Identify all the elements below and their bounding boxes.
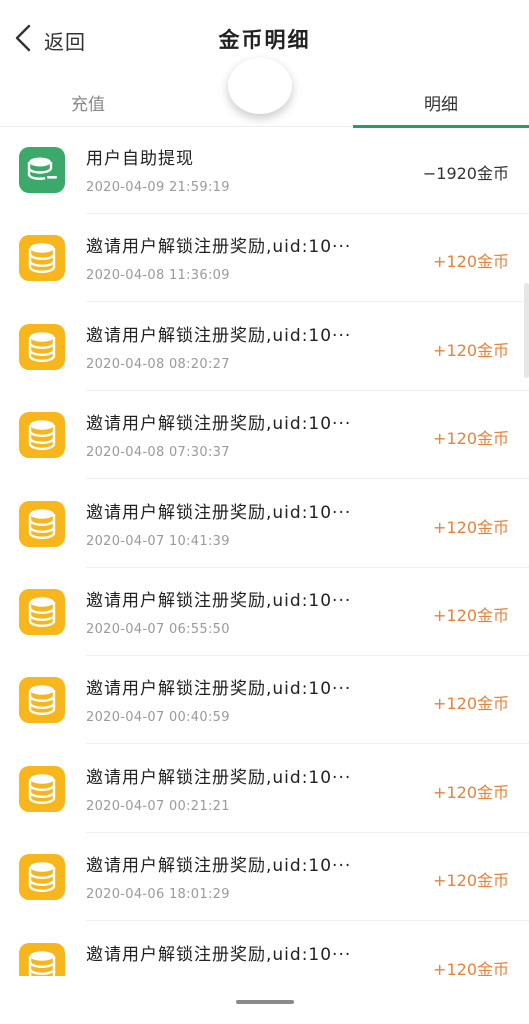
app-screen: 返回 金币明细 充值 明细 用户自助提现 2020-04-09 21:59:19−… xyxy=(0,0,529,1024)
record-time: 2020-04-07 00:21:21 xyxy=(86,798,230,814)
record-description: 邀请用户解锁注册奖励,uid:10··· xyxy=(86,856,352,877)
coin-stack-icon xyxy=(19,854,65,901)
scrollbar[interactable] xyxy=(524,283,529,378)
record-amount: +120金币 xyxy=(433,340,509,360)
record-time: 2020-04-07 10:41:39 xyxy=(86,533,230,549)
record-description: 用户自助提现 xyxy=(86,149,194,169)
record-amount: +120金币 xyxy=(433,694,509,714)
coin-stack-icon xyxy=(19,500,65,547)
record-list[interactable]: 用户自助提现 2020-04-09 21:59:19 −1920金币 邀请用户解锁注… xyxy=(0,126,529,986)
record-description: 邀请用户解锁注册奖励,uid:10··· xyxy=(86,414,352,435)
record-row[interactable]: 用户自助提现 2020-04-09 21:59:19 −1920金币 xyxy=(0,126,529,214)
coin-stack-icon xyxy=(19,323,65,370)
tab-details[interactable]: 明细 xyxy=(353,78,529,126)
record-amount: +120金币 xyxy=(433,782,509,802)
record-description: 邀请用户解锁注册奖励,uid:10··· xyxy=(86,591,352,611)
coin-stack-icon xyxy=(19,589,65,635)
record-time: 2020-04-08 07:30:37 xyxy=(86,445,230,461)
tab-recharge[interactable]: 充值 xyxy=(0,78,176,126)
withdraw-icon xyxy=(19,147,65,193)
coin-stack-icon xyxy=(19,235,65,282)
record-row[interactable]: 邀请用户解锁注册奖励,uid:10··· 2020-04-07 00:40:59 +… xyxy=(0,656,529,745)
record-time: 2020-04-09 21:59:19 xyxy=(86,180,230,195)
record-amount: +120金币 xyxy=(433,252,509,272)
record-description: 邀请用户解锁注册奖励,uid:10··· xyxy=(86,237,352,258)
coin-stack-icon xyxy=(19,677,65,724)
record-description: 邀请用户解锁注册奖励,uid:10··· xyxy=(86,679,352,700)
touch-ripple xyxy=(228,58,292,114)
record-time: 2020-04-07 00:40:59 xyxy=(86,710,230,726)
record-row[interactable]: 邀请用户解锁注册奖励,uid:10··· 2020-04-08 11:36:09 +… xyxy=(0,214,529,303)
record-time: 2020-04-08 11:36:09 xyxy=(86,268,230,284)
record-amount: −1920金币 xyxy=(422,164,509,183)
coin-stack-icon xyxy=(19,765,65,812)
record-description: 邀请用户解锁注册奖励,uid:10··· xyxy=(86,767,352,788)
record-row[interactable]: 邀请用户解锁注册奖励,uid:10··· 2020-04-06 18:01:29 +… xyxy=(0,833,529,922)
record-amount: +120金币 xyxy=(433,517,509,537)
record-row[interactable]: 邀请用户解锁注册奖励,uid:10··· 2020-04-07 10:41:39 +… xyxy=(0,480,529,568)
record-description: 邀请用户解锁注册奖励,uid:10··· xyxy=(86,325,352,346)
home-indicator[interactable] xyxy=(236,1000,294,1004)
record-amount: +120金币 xyxy=(433,606,509,625)
record-description: 邀请用户解锁注册奖励,uid:10··· xyxy=(86,502,352,523)
page-title: 金币明细 xyxy=(218,28,311,52)
record-row[interactable]: 邀请用户解锁注册奖励,uid:10··· 2020-04-08 07:30:37 +… xyxy=(0,391,529,480)
record-row[interactable]: 邀请用户解锁注册奖励,uid:10··· 2020-04-08 08:20:27 +… xyxy=(0,303,529,391)
coin-stack-icon xyxy=(19,412,65,459)
record-amount: +120金币 xyxy=(433,429,509,449)
record-time: 2020-04-06 18:01:29 xyxy=(86,887,230,903)
record-description: 邀请用户解锁注册奖励,uid:10··· xyxy=(86,944,352,965)
record-time: 2020-04-07 06:55:50 xyxy=(86,622,230,637)
record-time: 2020-04-08 08:20:27 xyxy=(86,356,230,372)
record-row[interactable]: 邀请用户解锁注册奖励,uid:10··· 2020-04-07 00:21:21 +… xyxy=(0,745,529,833)
record-amount: +120金币 xyxy=(433,871,509,891)
record-row[interactable]: 邀请用户解锁注册奖励,uid:10··· 2020-04-07 06:55:50 +… xyxy=(0,568,529,656)
